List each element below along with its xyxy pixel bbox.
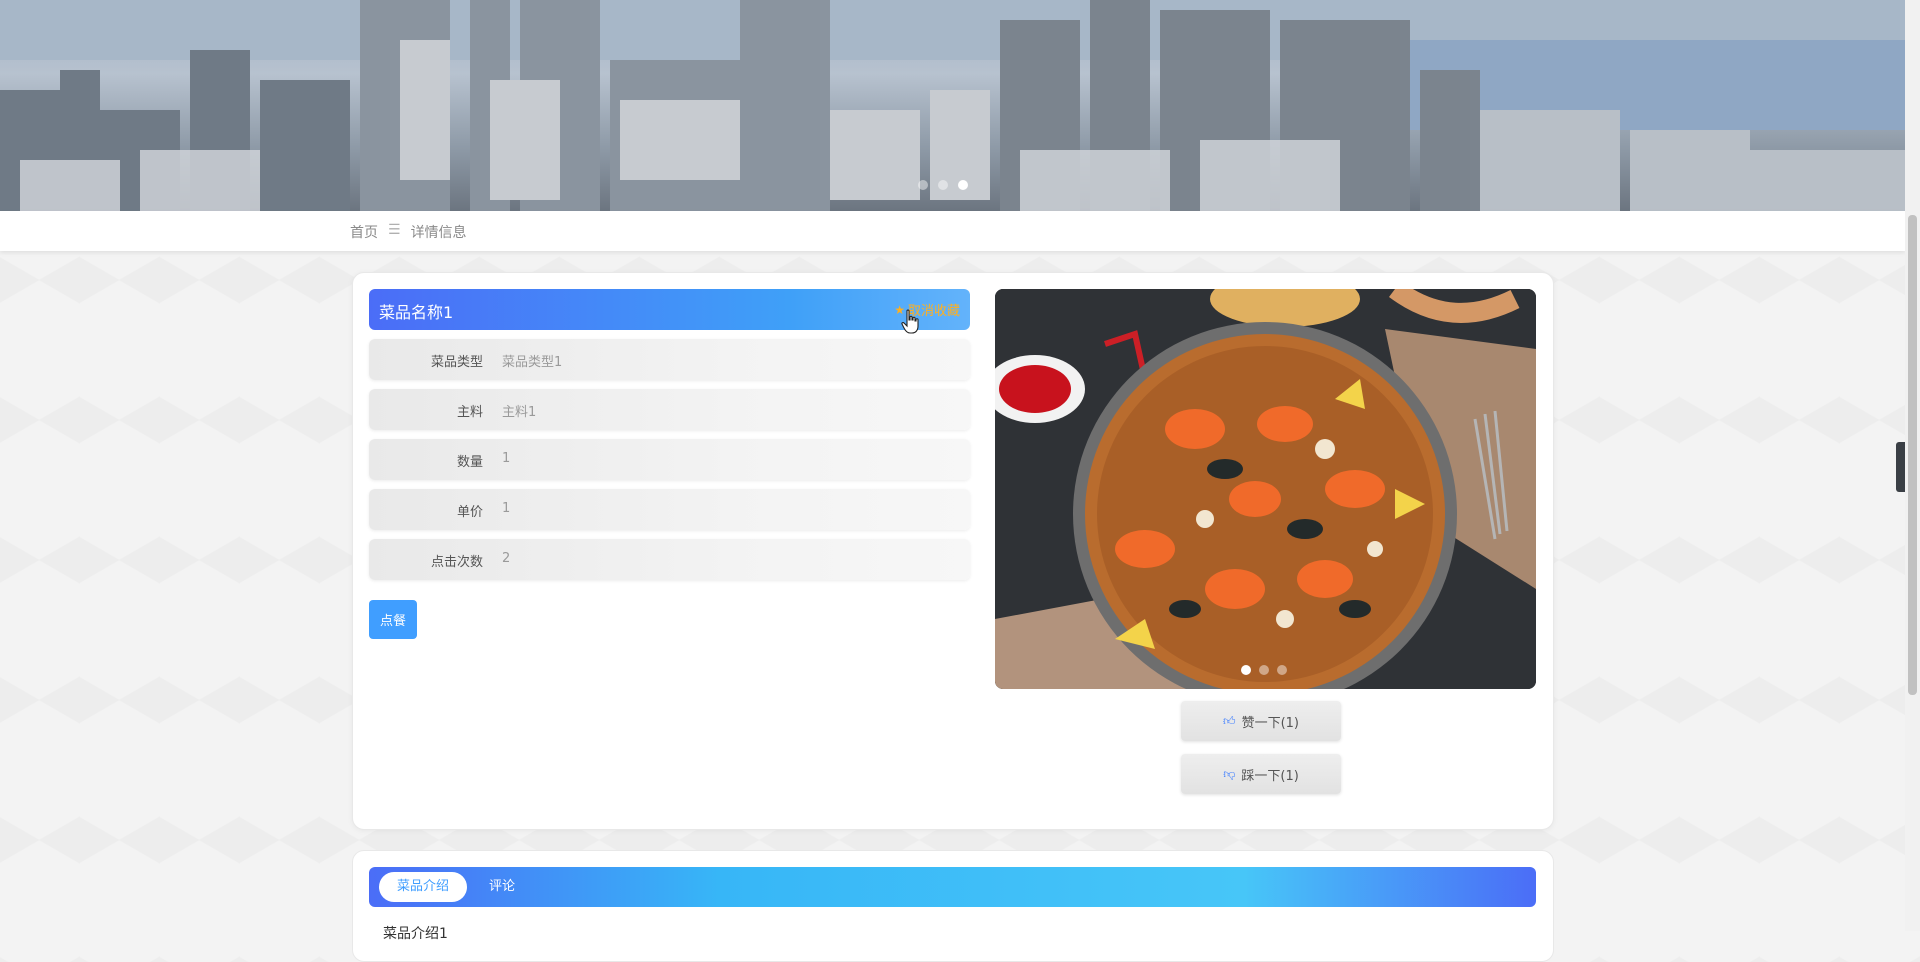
- photo-indicators: [1241, 665, 1287, 675]
- field-label: 单价: [456, 505, 483, 520]
- breadcrumb: 首页 ☰ 详情信息: [350, 222, 467, 242]
- photo-dot-active[interactable]: [1241, 665, 1251, 675]
- breadcrumb-current: 详情信息: [410, 225, 467, 241]
- product-title: 菜品名称1: [379, 303, 454, 322]
- field-row-main-ingredient: 主料 主料1: [369, 389, 970, 430]
- intro-text: 菜品介绍1: [383, 926, 448, 942]
- banner-dot-active[interactable]: [958, 180, 968, 190]
- scrollbar-thumb[interactable]: [1908, 215, 1917, 695]
- field-label: 主料: [456, 405, 483, 420]
- dislike-button[interactable]: 👎︎ 踩一下(1): [1181, 754, 1341, 794]
- breadcrumb-bar: 首页 ☰ 详情信息: [0, 211, 1905, 251]
- field-label: 菜品类型: [430, 355, 483, 370]
- like-button[interactable]: 👍︎ 赞一下(1): [1181, 701, 1341, 741]
- thumbs-up-icon: 👍︎: [1223, 713, 1236, 728]
- breadcrumb-home[interactable]: 首页: [350, 222, 378, 242]
- product-image-carousel[interactable]: [995, 289, 1536, 689]
- field-row-quantity: 数量 1: [369, 439, 970, 480]
- title-bar: 菜品名称1 ★ 取消收藏: [369, 289, 970, 334]
- detail-card: 菜品名称1 ★ 取消收藏 菜品类型 菜品类型1 主料 主料1 数量 1 单价 1…: [352, 272, 1554, 830]
- tab-bar: 菜品介绍 评论: [369, 867, 1536, 907]
- field-label: 数量: [456, 455, 483, 470]
- order-button[interactable]: 点餐: [369, 600, 417, 639]
- field-row-price: 单价 1: [369, 489, 970, 530]
- product-photo: [995, 289, 1536, 689]
- like-label: 赞一下(1): [1241, 715, 1299, 731]
- hand-cursor-icon: [901, 309, 919, 334]
- intro-card: 菜品介绍 评论 菜品介绍1: [352, 850, 1554, 962]
- thumbs-down-icon: 👎︎: [1223, 766, 1236, 781]
- field-value: 1: [502, 501, 511, 516]
- banner-dot[interactable]: [918, 180, 928, 190]
- breadcrumb-separator-icon: ☰: [388, 222, 401, 238]
- field-value: 菜品类型1: [502, 355, 563, 370]
- photo-dot[interactable]: [1277, 665, 1287, 675]
- banner-carousel[interactable]: [0, 0, 1905, 211]
- field-row-clicks: 点击次数 2: [369, 539, 970, 580]
- tab-intro[interactable]: 菜品介绍: [379, 872, 467, 902]
- field-label: 点击次数: [430, 555, 483, 570]
- field-value: 1: [502, 451, 511, 466]
- banner-indicators: [918, 180, 968, 190]
- field-row-type: 菜品类型 菜品类型1: [369, 339, 970, 380]
- photo-dot[interactable]: [1259, 665, 1269, 675]
- field-value: 2: [502, 551, 511, 566]
- dislike-label: 踩一下(1): [1241, 768, 1299, 784]
- banner-dot[interactable]: [938, 180, 948, 190]
- field-value: 主料1: [502, 405, 537, 420]
- tab-comments[interactable]: 评论: [489, 872, 515, 902]
